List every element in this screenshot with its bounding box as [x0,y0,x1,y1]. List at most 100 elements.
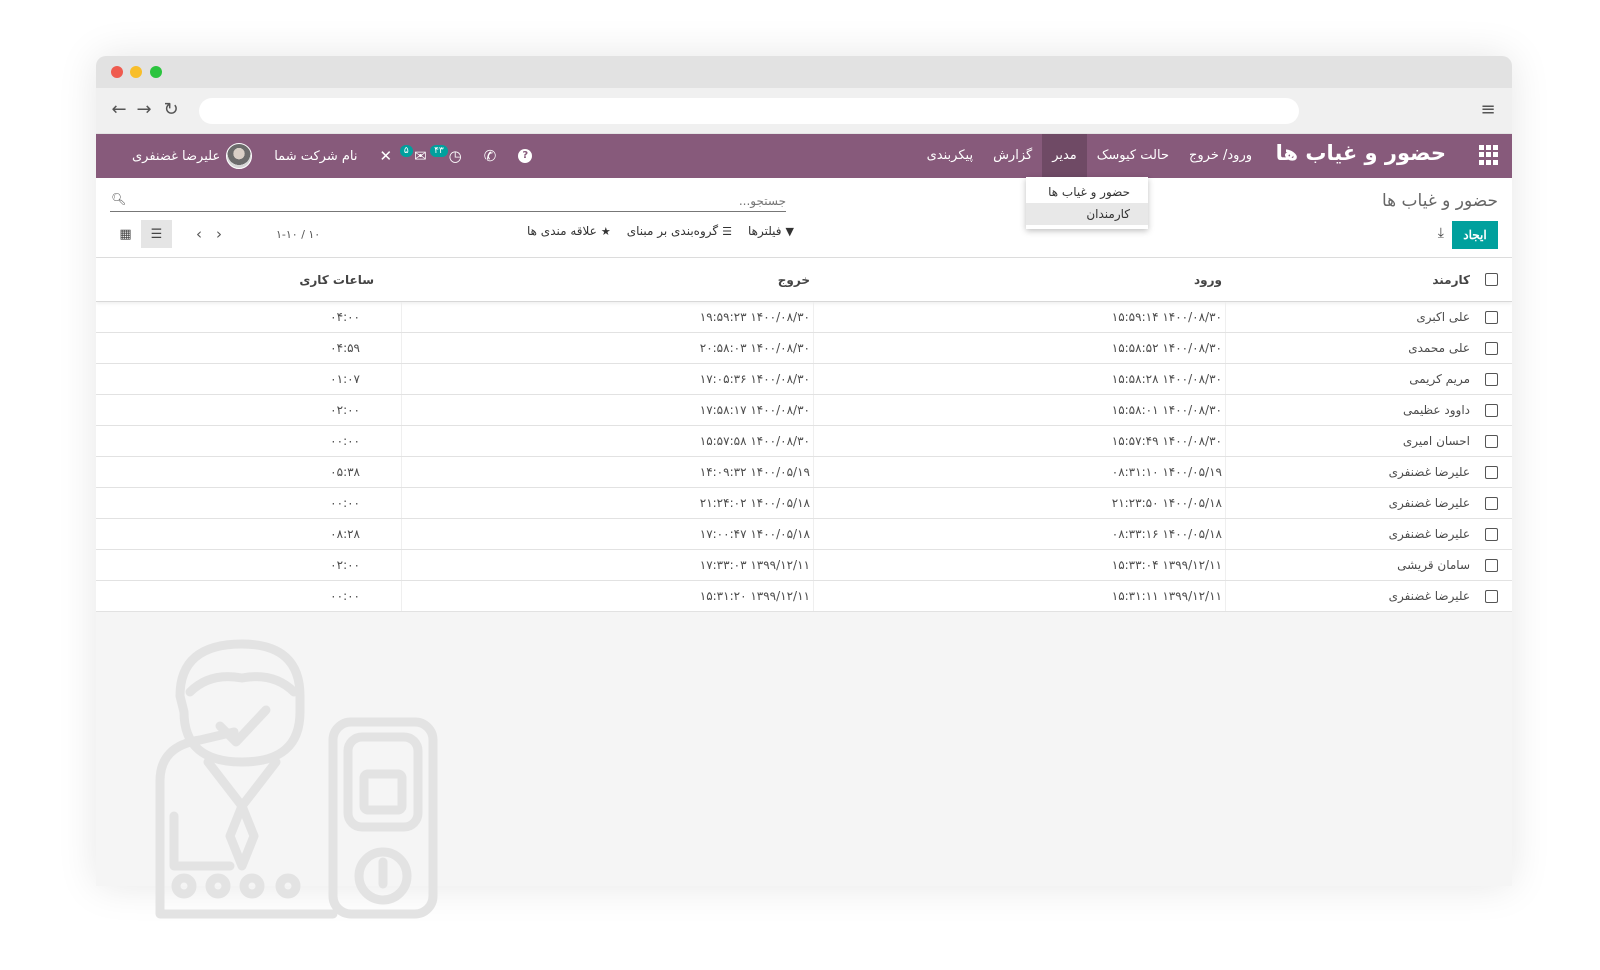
table-row[interactable]: علی اکبری ۱۴۰۰/۰۸/۳۰ ۱۵:۵۹:۱۴ ۱۴۰۰/۰۸/۳۰ ۱… [96,302,1512,333]
cell-check-out: ۱۴۰۰/۰۸/۳۰ ۱۹:۵۹:۲۳ [699,310,810,324]
table-row[interactable]: علی محمدی ۱۴۰۰/۰۸/۳۰ ۱۵:۵۸:۵۲ ۱۴۰۰/۰۸/۳۰ ۲… [96,333,1512,364]
pager-next-icon[interactable]: › [216,225,222,243]
chat-icon[interactable]: ✉ ۵ [399,145,427,165]
activities-badge: ۴۳ [430,145,448,157]
back-arrow-icon[interactable]: ← [108,99,130,121]
reload-icon[interactable]: ↻ [160,99,182,121]
cell-check-out: ۱۴۰۰/۰۸/۳۰ ۱۵:۵۷:۵۸ [699,434,810,448]
table-row[interactable]: مریم کریمی ۱۴۰۰/۰۸/۳۰ ۱۵:۵۸:۲۸ ۱۴۰۰/۰۸/۳۰ … [96,364,1512,395]
cell-check-out: ۱۴۰۰/۰۵/۱۸ ۱۷:۰۰:۴۷ [699,527,810,541]
kanban-view-icon[interactable]: ▦ [110,220,141,248]
row-checkbox[interactable] [1484,457,1498,487]
menu-item-check-in-out[interactable]: ورود/ خروج [1179,134,1262,178]
list-view-icon[interactable]: ☰ [141,220,172,248]
cell-check-in: ۱۴۰۰/۰۸/۳۰ ۱۵:۵۸:۰۱ [1111,403,1222,417]
table-row[interactable]: علیرضا غضنفری ۱۳۹۹/۱۲/۱۱ ۱۵:۳۱:۱۱ ۱۳۹۹/۱۲/… [96,581,1512,612]
cell-check-in: ۱۴۰۰/۰۸/۳۰ ۱۵:۵۸:۵۲ [1111,341,1222,355]
row-checkbox[interactable] [1484,581,1498,611]
row-checkbox[interactable] [1484,333,1498,363]
download-icon[interactable]: ⤓ [1438,225,1444,241]
column-header-worked-hours[interactable]: ساعات کاری [124,258,374,301]
cell-check-in: ۱۳۹۹/۱۲/۱۱ ۱۵:۳۳:۰۴ [1111,558,1222,572]
menu-item-manager[interactable]: مدیر [1042,134,1087,178]
attendance-illustration-icon [155,639,438,919]
app-title[interactable]: حضور و غیاب ها [1276,141,1446,165]
debug-icon[interactable]: ✕ [380,147,393,165]
table-row[interactable]: علیرضا غضنفری ۱۴۰۰/۰۵/۱۸ ۰۸:۳۳:۱۶ ۱۴۰۰/۰۵/… [96,519,1512,550]
cell-check-in: ۱۴۰۰/۰۵/۱۸ ۲۱:۲۳:۵۰ [1111,496,1222,510]
close-window-button[interactable] [111,66,123,78]
row-checkbox[interactable] [1484,302,1498,332]
cell-employee: علی اکبری [1416,310,1470,324]
stage: ← → ↻ ≡ حضور و غیاب ها ورود/ خروج حالت ک… [0,0,1600,970]
cell-worked-hours: ۰۸:۲۸ [330,527,360,541]
star-icon: ★ [600,224,611,238]
favorites-button[interactable]: ★ علاقه مندی ها [527,224,611,238]
pager: ‹ › ۱-۱۰ / ۱۰ [196,225,320,243]
cell-check-out: ۱۴۰۰/۰۵/۱۹ ۱۴:۰۹:۳۲ [699,465,810,479]
dropdown-item-attendances[interactable]: حضور و غیاب ها [1026,181,1148,203]
minimize-window-button[interactable] [130,66,142,78]
menu-item-kiosk-mode[interactable]: حالت کیوسک [1087,134,1179,178]
row-checkbox[interactable] [1484,550,1498,580]
cell-check-in: ۱۴۰۰/۰۵/۱۹ ۰۸:۳۱:۱۰ [1111,465,1222,479]
clock-icon[interactable]: ◷ ۴۳ [430,145,462,165]
user-name: علیرضا غضنفری [132,148,221,164]
pager-value[interactable]: ۱-۱۰ / ۱۰ [276,228,320,241]
table-row[interactable]: احسان امیری ۱۴۰۰/۰۸/۳۰ ۱۵:۵۷:۴۹ ۱۴۰۰/۰۸/۳۰… [96,426,1512,457]
cell-check-out: ۱۴۰۰/۰۸/۳۰ ۱۷:۰۵:۳۶ [699,372,810,386]
view-switcher: ▦ ☰ [110,220,172,248]
table-row[interactable]: علیرضا غضنفری ۱۴۰۰/۰۵/۱۹ ۰۸:۳۱:۱۰ ۱۴۰۰/۰۵/… [96,457,1512,488]
filters-button[interactable]: ▼ فیلترها [748,224,794,238]
groupby-button[interactable]: ☰ گروه‌بندی بر مبنای [627,224,732,238]
phone-icon[interactable]: ✆ [484,147,497,165]
cell-worked-hours: ۰۲:۰۰ [330,558,360,572]
cell-worked-hours: ۰۴:۰۰ [330,310,360,324]
attendance-list: کارمند ورود خروج ساعات کاری علی اکبری ۱۴۰… [96,258,1512,612]
table-row[interactable]: علیرضا غضنفری ۱۴۰۰/۰۵/۱۸ ۲۱:۲۳:۵۰ ۱۴۰۰/۰۵/… [96,488,1512,519]
column-header-employee[interactable]: کارمند [1250,258,1470,301]
table-row[interactable]: داوود عظیمی ۱۴۰۰/۰۸/۳۰ ۱۵:۵۸:۰۱ ۱۴۰۰/۰۸/۳۰… [96,395,1512,426]
groupby-label: گروه‌بندی بر مبنای [626,224,719,238]
cell-employee: علیرضا غضنفری [1388,496,1470,510]
help-icon[interactable]: ? [518,149,533,163]
filter-icon: ▼ [785,224,795,238]
cell-check-in: ۱۴۰۰/۰۸/۳۰ ۱۵:۵۷:۴۹ [1111,434,1222,448]
cell-check-out: ۱۳۹۹/۱۲/۱۱ ۱۷:۳۳:۰۳ [699,558,810,572]
apps-grid-icon[interactable] [1478,145,1498,165]
cell-check-out: ۱۴۰۰/۰۵/۱۸ ۲۱:۲۴:۰۲ [699,496,810,510]
cell-worked-hours: ۰۵:۳۸ [330,465,360,479]
row-checkbox[interactable] [1484,519,1498,549]
company-name[interactable]: نام شرکت شما [274,149,357,164]
url-field[interactable] [199,98,1299,124]
cell-employee: علیرضا غضنفری [1388,589,1470,603]
forward-arrow-icon[interactable]: → [133,99,155,121]
search-input[interactable] [110,191,786,211]
row-checkbox[interactable] [1484,364,1498,394]
select-all-checkbox[interactable] [1484,258,1498,301]
cell-worked-hours: ۰۰:۰۰ [330,434,360,448]
row-checkbox[interactable] [1484,488,1498,518]
search-bar: 🔍︎ [110,190,786,212]
create-button[interactable]: ایجاد [1452,221,1498,249]
menu-item-reporting[interactable]: گزارش [983,134,1042,178]
column-header-check-out[interactable]: خروج [410,258,810,301]
cell-worked-hours: ۰۲:۰۰ [330,403,360,417]
browser-menu-icon[interactable]: ≡ [1478,100,1498,120]
row-checkbox[interactable] [1484,395,1498,425]
pager-previous-icon[interactable]: ‹ [196,225,202,243]
table-row[interactable]: سامان قریشی ۱۳۹۹/۱۲/۱۱ ۱۵:۳۳:۰۴ ۱۳۹۹/۱۲/۱۱… [96,550,1512,581]
column-header-check-in[interactable]: ورود [822,258,1222,301]
cell-check-in: ۱۴۰۰/۰۵/۱۸ ۰۸:۳۳:۱۶ [1111,527,1222,541]
maximize-window-button[interactable] [150,66,162,78]
cell-check-in: ۱۳۹۹/۱۲/۱۱ ۱۵:۳۱:۱۱ [1111,589,1222,603]
row-checkbox[interactable] [1484,426,1498,456]
cell-worked-hours: ۰۱:۰۷ [330,372,360,386]
user-menu[interactable]: علیرضا غضنفری [132,143,253,169]
dropdown-item-employees[interactable]: کارمندان [1026,203,1148,225]
search-icon[interactable]: 🔍︎ [111,192,126,206]
breadcrumb: حضور و غیاب ها [1381,191,1498,211]
menu-item-configuration[interactable]: پیکربندی [917,134,983,178]
cell-employee: علیرضا غضنفری [1388,527,1470,541]
favorites-label: علاقه مندی ها [527,224,597,238]
